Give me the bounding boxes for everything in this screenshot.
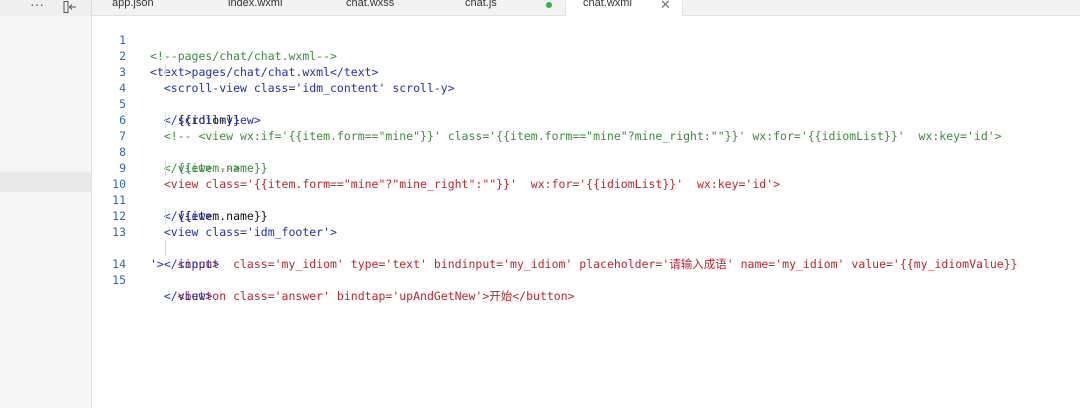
tab-chat-wxss[interactable]: chat.wxss xyxy=(346,0,436,16)
code-line: 10 {{item.name}} xyxy=(92,160,1080,223)
code-line: 13 <input class='my_idiom' type='text' b… xyxy=(92,208,1080,271)
code-line: 6 <!-- <view wx:if='{{item.form=="mine"}… xyxy=(119,113,1002,143)
code-line: 8 </view> --> xyxy=(119,145,241,175)
indent-guide xyxy=(165,112,166,128)
code-line: 11 </view> xyxy=(112,193,213,223)
unsaved-dot-icon xyxy=(546,2,552,8)
indent-guide xyxy=(165,160,166,176)
code-editor[interactable]: 1 <!--pages/chat/chat.wxml--> 2 <text>pa… xyxy=(92,16,1080,408)
code-line: 9 <view class='{{item.form=="mine"?"mine… xyxy=(119,161,781,191)
code-line: 5 </scroll-view> xyxy=(119,97,261,127)
tab-chat-js[interactable]: chat.js xyxy=(465,0,555,16)
tab-index-wxml[interactable]: index.wxml xyxy=(228,0,318,16)
indent-guide xyxy=(165,208,166,224)
selected-tree-row[interactable] xyxy=(0,172,91,192)
code-line: 4 {{idiom}} xyxy=(92,64,1080,127)
code-line: 2 <text>pages/chat/chat.wxml</text> xyxy=(119,49,379,79)
tab-app-json[interactable]: app.json xyxy=(112,0,202,16)
code-line: 3 <scroll-view class='idm_content' scrol… xyxy=(119,65,455,95)
indent-guide xyxy=(165,64,166,80)
editor-tab-bar: ··· app.json index.wxml chat.wxss chat.j… xyxy=(0,0,1080,17)
code-line-wrap: '></input> xyxy=(150,257,220,271)
code-line: 1 <!--pages/chat/chat.wxml--> xyxy=(119,33,337,63)
close-icon[interactable]: ✕ xyxy=(660,0,671,13)
code-line: 14 <button class='answer' bindtap='upAnd… xyxy=(92,240,1080,303)
ellipsis-icon[interactable]: ··· xyxy=(30,0,44,12)
code-line: 15 </view> xyxy=(112,273,213,303)
code-line: 7 {{item.name}} xyxy=(92,112,1080,175)
collapse-panel-icon[interactable] xyxy=(63,1,77,13)
file-tree-panel xyxy=(0,16,92,408)
panel-toolbar: ··· xyxy=(0,0,92,16)
indent-guide xyxy=(165,240,166,256)
code-line: 12 <view class='idm_footer'> xyxy=(112,209,337,239)
